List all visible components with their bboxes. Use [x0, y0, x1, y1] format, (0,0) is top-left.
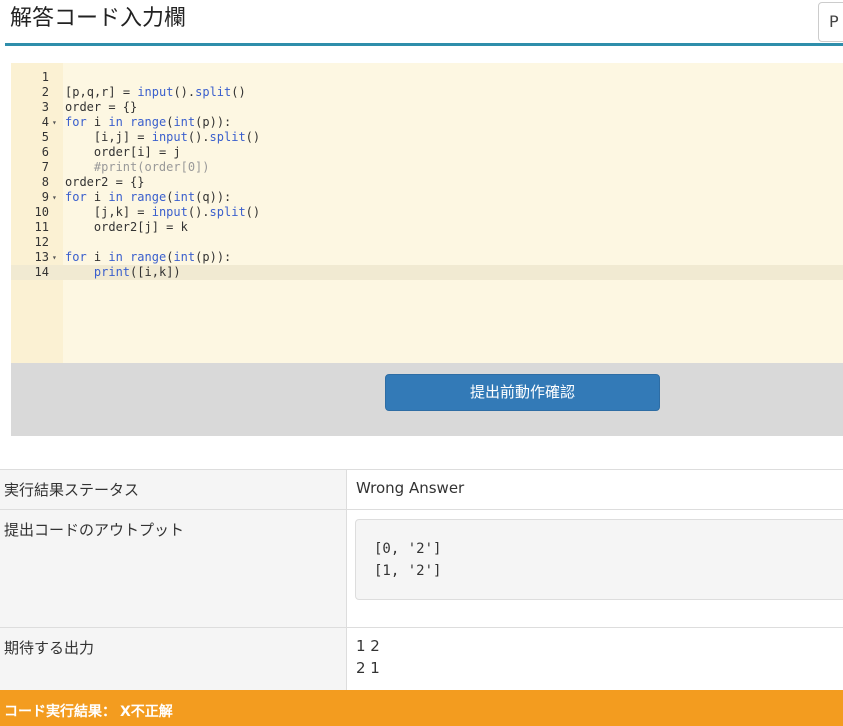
code-line[interactable]: 6 order[i] = j	[11, 145, 843, 160]
code-text: order2[j] = k	[65, 220, 188, 234]
output-line: [0, '2']	[374, 541, 442, 557]
code-line[interactable]: 9 ▾ for i in range(int(q)):	[11, 190, 843, 205]
code-text: for i in range(int(p)):	[65, 250, 232, 264]
code-line[interactable]: 2 [p,q,r] = input().split()	[11, 85, 843, 100]
verdict-value: X不正解	[120, 704, 173, 720]
code-line[interactable]: 12	[11, 235, 843, 250]
code-line[interactable]: 8 order2 = {}	[11, 175, 843, 190]
line-number: 11	[34, 220, 49, 234]
expected-line: 2 1	[356, 659, 380, 677]
line-number: 10	[34, 205, 49, 219]
line-number: 14	[34, 265, 49, 279]
code-line[interactable]: 1	[11, 70, 843, 85]
line-number: 4	[41, 115, 49, 129]
fold-arrow-icon[interactable]: ▾	[52, 190, 57, 205]
line-number: 12	[34, 235, 49, 249]
code-text: [i,j] = input().split()	[65, 130, 261, 144]
editor-footer: 提出前動作確認	[11, 363, 843, 436]
line-number: 8	[41, 175, 49, 189]
language-select[interactable]: P	[818, 2, 843, 42]
expected-row: 期待する出力 1 2 2 1	[0, 627, 843, 690]
code-text: [p,q,r] = input().split()	[65, 85, 246, 99]
line-number: 1	[41, 70, 49, 84]
fold-arrow-icon[interactable]: ▾	[52, 250, 57, 265]
code-line[interactable]: 10 [j,k] = input().split()	[11, 205, 843, 220]
expected-line: 1 2	[356, 637, 380, 655]
line-number: 6	[41, 145, 49, 159]
code-text: print([i,k])	[93, 265, 181, 279]
code-line[interactable]: 13 ▾ for i in range(int(p)):	[11, 250, 843, 265]
expected-label: 期待する出力	[0, 628, 347, 690]
code-text: order[i] = j	[93, 145, 181, 159]
header: 解答コード入力欄 P	[0, 0, 843, 46]
fold-arrow-icon[interactable]: ▾	[52, 115, 57, 130]
code-line[interactable]: 7 #print(order[0])	[11, 160, 843, 175]
code-text: order = {}	[65, 100, 138, 114]
code-text: #print(order[0])	[93, 160, 210, 174]
code-editor[interactable]: 1 2 [p,q,r] = input().split() 3 order = {} 4 ▾…	[11, 63, 843, 363]
output-line: [1, '2']	[374, 563, 442, 579]
code-line[interactable]: 5 [i,j] = input().split()	[11, 130, 843, 145]
output-row: 提出コードのアウトプット [0, '2'] [1, '2']	[0, 509, 843, 627]
verdict-label: コード実行結果：	[4, 704, 116, 720]
pre-submit-check-button[interactable]: 提出前動作確認	[385, 374, 660, 411]
line-number: 2	[41, 85, 49, 99]
output-box: [0, '2'] [1, '2']	[355, 519, 843, 600]
expected-cell: 1 2 2 1	[347, 628, 843, 690]
code-line[interactable]: 3 order = {}	[11, 100, 843, 115]
results-table: 実行結果ステータス Wrong Answer 提出コードのアウトプット [0, …	[0, 469, 843, 690]
code-text: [j,k] = input().split()	[65, 205, 261, 219]
code-text: for i in range(int(q)):	[65, 190, 232, 204]
line-number: 7	[41, 160, 49, 174]
code-text: order2 = {}	[65, 175, 145, 189]
status-row: 実行結果ステータス Wrong Answer	[0, 469, 843, 509]
page-title: 解答コード入力欄	[10, 6, 187, 31]
code-line[interactable]: 11 order2[j] = k	[11, 220, 843, 235]
output-cell: [0, '2'] [1, '2']	[347, 510, 843, 627]
page: 解答コード入力欄 P 1 2 [p,q,r] = input().split() 3 o…	[0, 0, 843, 726]
line-number: 13	[34, 250, 49, 264]
header-divider	[5, 43, 843, 46]
line-number: 3	[41, 100, 49, 114]
code-line[interactable]: 4 ▾ for i in range(int(p)):	[11, 115, 843, 130]
line-number: 5	[41, 130, 49, 144]
status-value: Wrong Answer	[356, 479, 465, 497]
code-text: for i in range(int(p)):	[65, 115, 232, 129]
output-label: 提出コードのアウトプット	[0, 510, 347, 627]
status-label: 実行結果ステータス	[0, 470, 347, 509]
code-line[interactable]: 14 print([i,k])	[11, 265, 843, 280]
verdict-bar: コード実行結果： X不正解	[0, 690, 843, 726]
line-number: 9	[41, 190, 49, 204]
